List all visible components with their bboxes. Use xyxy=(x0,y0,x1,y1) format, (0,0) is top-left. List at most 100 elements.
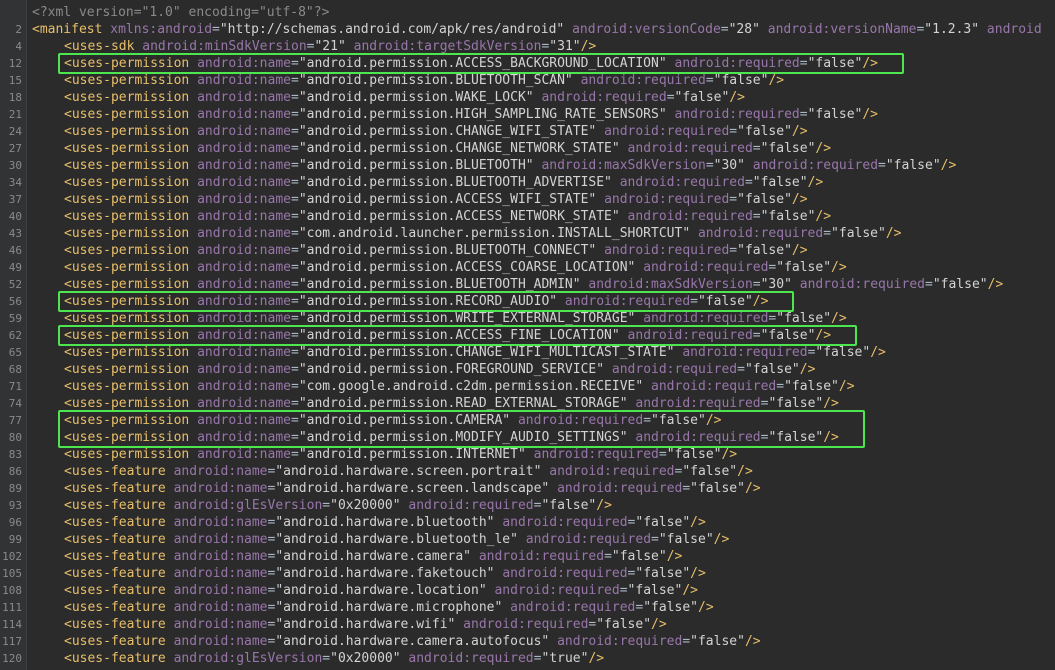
xml-tag-name: uses-feature xyxy=(71,617,166,632)
xml-tag-name: uses-feature xyxy=(71,651,166,666)
xml-attribute-name: android:required xyxy=(627,141,753,156)
code-editor[interactable]: <?xml version="1.0" encoding="utf-8"?> 2 <… xyxy=(0,0,1055,670)
line-number: 102 xyxy=(2,550,22,563)
xml-attribute-value: "false" xyxy=(697,294,753,309)
xml-bracket: < xyxy=(64,39,72,54)
xml-tag-name: uses-permission xyxy=(71,209,190,224)
xml-attribute-name: android:name xyxy=(173,617,268,632)
xml-tag-name: uses-permission xyxy=(71,430,190,445)
xml-attribute-name: android:required xyxy=(799,277,925,292)
xml-equals: = xyxy=(752,277,761,292)
line-number: 68 xyxy=(8,363,22,376)
xml-equals: = xyxy=(619,583,628,598)
xml-attribute-name: android:name xyxy=(197,447,291,462)
line-number: 120 xyxy=(2,652,22,665)
xml-attribute-name: android:name xyxy=(197,209,291,224)
xml-attribute-value: "android.hardware.screen.landscape" xyxy=(275,481,550,496)
code-line: 21 <uses-permission android:name="android… xyxy=(0,106,1055,123)
xml-bracket: < xyxy=(64,566,72,581)
xml-bracket: < xyxy=(32,22,40,37)
xml-tag-name: uses-permission xyxy=(71,73,190,88)
xml-equals: = xyxy=(705,73,714,88)
xml-bracket: /> xyxy=(791,192,808,207)
xml-bracket: /> xyxy=(729,90,745,105)
xml-equals: = xyxy=(737,362,745,377)
line-code: <uses-permission android:name="android.p… xyxy=(64,89,745,106)
xml-bracket: < xyxy=(64,617,72,632)
xml-tag-name: uses-permission xyxy=(71,447,190,462)
xml-attribute-value: "false" xyxy=(643,600,698,615)
xml-attribute-value: "android.hardware.microphone" xyxy=(275,600,503,615)
line-number: 111 xyxy=(2,601,22,614)
xml-equals: = xyxy=(290,158,299,173)
xml-tag-name: uses-permission xyxy=(71,277,190,292)
xml-equals: = xyxy=(290,243,299,258)
xml-equals: = xyxy=(924,277,933,292)
xml-bracket: < xyxy=(64,124,72,139)
xml-bracket: /> xyxy=(737,464,753,479)
xml-attribute-name: android:maxSdkVersion xyxy=(541,158,706,173)
code-line: 34 <uses-permission android:name="android… xyxy=(0,174,1055,191)
xml-bracket: < xyxy=(64,498,72,513)
code-line: 37 <uses-permission android:name="android… xyxy=(0,191,1055,208)
xml-attribute-name: android:required xyxy=(517,413,644,428)
xml-tag-name: uses-feature xyxy=(71,634,166,649)
line-code: <uses-permission android:name="android.p… xyxy=(64,208,831,225)
xml-equals: = xyxy=(290,328,299,343)
xml-attribute-value: "0x20000" xyxy=(330,651,401,666)
xml-attribute-name: android:glEsVersion xyxy=(173,498,323,513)
xml-attribute-name: android:name xyxy=(197,141,291,156)
xml-equals: = xyxy=(290,209,299,224)
line-number: 46 xyxy=(8,244,22,257)
line-code: <uses-permission android:name="android.p… xyxy=(64,191,808,208)
line-code: <uses-permission android:name="android.p… xyxy=(64,123,808,140)
xml-attribute-name: android:required xyxy=(635,430,761,445)
xml-attribute-name: android:required xyxy=(494,583,620,598)
xml-bracket: < xyxy=(64,328,72,343)
line-number: 114 xyxy=(2,618,22,631)
xml-equals: = xyxy=(290,124,299,139)
line-code: <uses-feature android:name="android.hard… xyxy=(64,531,729,548)
line-code: <uses-feature android:name="android.hard… xyxy=(64,463,753,480)
xml-attribute-name: android:required xyxy=(541,90,667,105)
code-line: 99 <uses-feature android:name = "android.ha… xyxy=(0,531,1055,548)
xml-equals: = xyxy=(666,90,675,105)
xml-equals: = xyxy=(729,124,738,139)
xml-attribute-name: android:required xyxy=(502,566,628,581)
xml-attribute-name: android:required xyxy=(510,600,636,615)
line-number: 27 xyxy=(8,142,22,155)
line-code: <uses-permission android:name="android.p… xyxy=(64,446,737,463)
xml-bracket: < xyxy=(64,209,72,224)
xml-bracket: < xyxy=(64,56,72,71)
xml-bracket: < xyxy=(64,549,72,564)
xml-attribute-name: android:required xyxy=(674,56,800,71)
xml-attribute-value: "false" xyxy=(807,56,863,71)
xml-tag-name: uses-feature xyxy=(71,566,166,581)
xml-tag-name: uses-permission xyxy=(71,413,190,428)
xml-attribute-name: android:required xyxy=(627,328,753,343)
xml-bracket: < xyxy=(64,634,72,649)
xml-bracket: /> xyxy=(705,413,722,428)
xml-bracket: /> xyxy=(823,396,839,411)
xml-bracket: /> xyxy=(744,481,761,496)
code-line: 89 <uses-feature android:name = "android.ha… xyxy=(0,480,1055,497)
xml-attribute-value: "true" xyxy=(541,651,589,666)
xml-attribute-value: "android.permission.WRITE_EXTERNAL_STORA… xyxy=(298,311,636,326)
xml-attribute-value: "android.permission.WAKE_LOCK" xyxy=(298,90,534,105)
xml-attribute-value: "android.permission.CAMERA" xyxy=(298,413,511,428)
xml-bracket: < xyxy=(64,651,72,666)
xml-attribute-value: "false" xyxy=(635,566,691,581)
xml-attribute-value: "android.permission.READ_EXTERNAL_STORAG… xyxy=(298,396,628,411)
line-number: 74 xyxy=(8,397,22,410)
line-number: 40 xyxy=(8,210,22,223)
